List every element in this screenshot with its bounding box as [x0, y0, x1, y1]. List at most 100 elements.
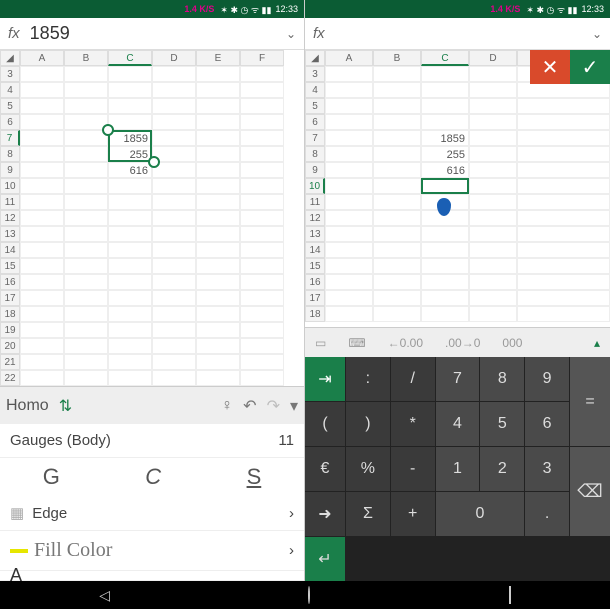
row-header[interactable]: 7 [305, 130, 325, 146]
cancel-button[interactable]: ✕ [530, 50, 570, 84]
row-header[interactable]: 4 [0, 82, 20, 98]
selection-handle[interactable] [148, 156, 160, 168]
cell-c9[interactable]: 616 [421, 162, 469, 178]
row-header[interactable]: 20 [0, 338, 20, 354]
multiply-key[interactable]: * [391, 402, 435, 446]
undo-icon[interactable]: ↶ [243, 396, 256, 416]
row-header[interactable]: 21 [0, 354, 20, 370]
row-header[interactable]: 9 [305, 162, 325, 178]
row-header[interactable]: 3 [305, 66, 325, 82]
cell-c9[interactable]: 616 [108, 162, 152, 178]
bold-style[interactable]: G [43, 464, 60, 490]
row-header[interactable]: 17 [0, 290, 20, 306]
colon-key[interactable]: : [346, 357, 390, 401]
col-header[interactable]: C [108, 50, 152, 66]
row-header[interactable]: 15 [305, 258, 325, 274]
collapse-icon[interactable]: ▴ [594, 336, 600, 350]
fill-color-row[interactable]: Fill Color › [0, 531, 304, 571]
spreadsheet-grid[interactable]: ◢ A B C D 3 4 5 6 71859 8255 9616 10 11 … [305, 50, 610, 327]
row-header[interactable]: 22 [0, 370, 20, 386]
row-header[interactable]: 12 [305, 210, 325, 226]
row-header[interactable]: 10 [305, 178, 325, 194]
cell-c8[interactable]: 255 [421, 146, 469, 162]
key-5[interactable]: 5 [480, 402, 524, 446]
lightbulb-icon[interactable]: ♀ [221, 397, 233, 415]
row-header[interactable]: 6 [305, 114, 325, 130]
formula-bar[interactable]: fx ⌄ [305, 18, 610, 50]
slash-key[interactable]: / [391, 357, 435, 401]
more-icon[interactable]: ▾ [290, 396, 298, 416]
row-header[interactable]: 12 [0, 210, 20, 226]
select-all-corner[interactable]: ◢ [305, 50, 325, 66]
row-header[interactable]: 6 [0, 114, 20, 130]
row-header[interactable]: 13 [0, 226, 20, 242]
formula-bar[interactable]: fx 1859 ⌄ [0, 18, 304, 50]
row-header[interactable]: 4 [305, 82, 325, 98]
key-4[interactable]: 4 [436, 402, 480, 446]
percent-key[interactable]: % [346, 447, 390, 491]
keyboard-mode-icon[interactable]: ⌨ [348, 336, 365, 350]
backspace-key[interactable]: ⌫ [570, 447, 610, 536]
col-header[interactable]: B [64, 50, 108, 66]
key-9[interactable]: 9 [525, 357, 569, 401]
key-0[interactable]: 0 [436, 492, 525, 536]
row-header[interactable]: 13 [305, 226, 325, 242]
key-7[interactable]: 7 [436, 357, 480, 401]
row-header[interactable]: 7 [0, 130, 20, 146]
font-picker[interactable]: Homo [6, 397, 49, 415]
col-header[interactable]: F [240, 50, 284, 66]
sigma-key[interactable]: Σ [346, 492, 390, 536]
arrow-key[interactable]: ➜ [305, 492, 345, 536]
row-header[interactable]: 14 [305, 242, 325, 258]
col-header[interactable]: B [373, 50, 421, 66]
cell-c7[interactable]: 1859 [421, 130, 469, 146]
expand-icon[interactable]: ⌄ [286, 27, 296, 41]
key-8[interactable]: 8 [480, 357, 524, 401]
formula-value[interactable]: 1859 [30, 23, 276, 44]
row-header[interactable]: 11 [305, 194, 325, 210]
row-header[interactable]: 3 [0, 66, 20, 82]
row-header[interactable]: 11 [0, 194, 20, 210]
row-header[interactable]: 19 [0, 322, 20, 338]
col-header[interactable]: E [196, 50, 240, 66]
equals-key[interactable]: = [570, 357, 610, 446]
font-color-row[interactable]: A [0, 571, 304, 581]
row-header[interactable]: 5 [0, 98, 20, 114]
selection-handle[interactable] [102, 124, 114, 136]
select-all-corner[interactable]: ◢ [0, 50, 20, 66]
row-header[interactable]: 16 [0, 274, 20, 290]
row-header[interactable]: 5 [305, 98, 325, 114]
row-header[interactable]: 17 [305, 290, 325, 306]
recent-button[interactable] [509, 587, 511, 603]
expand-icon[interactable]: ⌄ [592, 27, 602, 41]
col-header[interactable]: C [421, 50, 469, 66]
row-header[interactable]: 18 [305, 306, 325, 322]
italic-style[interactable]: C [145, 464, 161, 490]
row-header[interactable]: 18 [0, 306, 20, 322]
col-header[interactable]: A [20, 50, 64, 66]
minus-key[interactable]: - [391, 447, 435, 491]
spreadsheet-grid[interactable]: ◢ A B C D E F 3 4 5 6 71859 8255 9616 10… [0, 50, 304, 386]
lparen-key[interactable]: ( [305, 402, 345, 446]
thousands-icon[interactable]: 000 [502, 336, 522, 350]
tab-key[interactable]: ⇥ [305, 357, 345, 401]
euro-key[interactable]: € [305, 447, 345, 491]
row-header[interactable]: 8 [305, 146, 325, 162]
row-header[interactable]: 9 [0, 162, 20, 178]
col-header[interactable]: A [325, 50, 373, 66]
row-header[interactable]: 16 [305, 274, 325, 290]
key-1[interactable]: 1 [436, 447, 480, 491]
gauges-row[interactable]: Gauges (Body) 11 [0, 424, 304, 458]
edge-row[interactable]: ▦ Edge › [0, 496, 304, 531]
row-header[interactable]: 8 [0, 146, 20, 162]
key-6[interactable]: 6 [525, 402, 569, 446]
row-header[interactable]: 15 [0, 258, 20, 274]
redo-icon[interactable]: ↷ [267, 396, 280, 416]
key-2[interactable]: 2 [480, 447, 524, 491]
key-3[interactable]: 3 [525, 447, 569, 491]
row-header[interactable]: 10 [0, 178, 20, 194]
decimal-key[interactable]: . [525, 492, 569, 536]
col-header[interactable]: D [469, 50, 517, 66]
back-button[interactable]: ◁ [99, 587, 110, 604]
decrease-decimal-icon[interactable]: ←0.00 [388, 336, 423, 350]
